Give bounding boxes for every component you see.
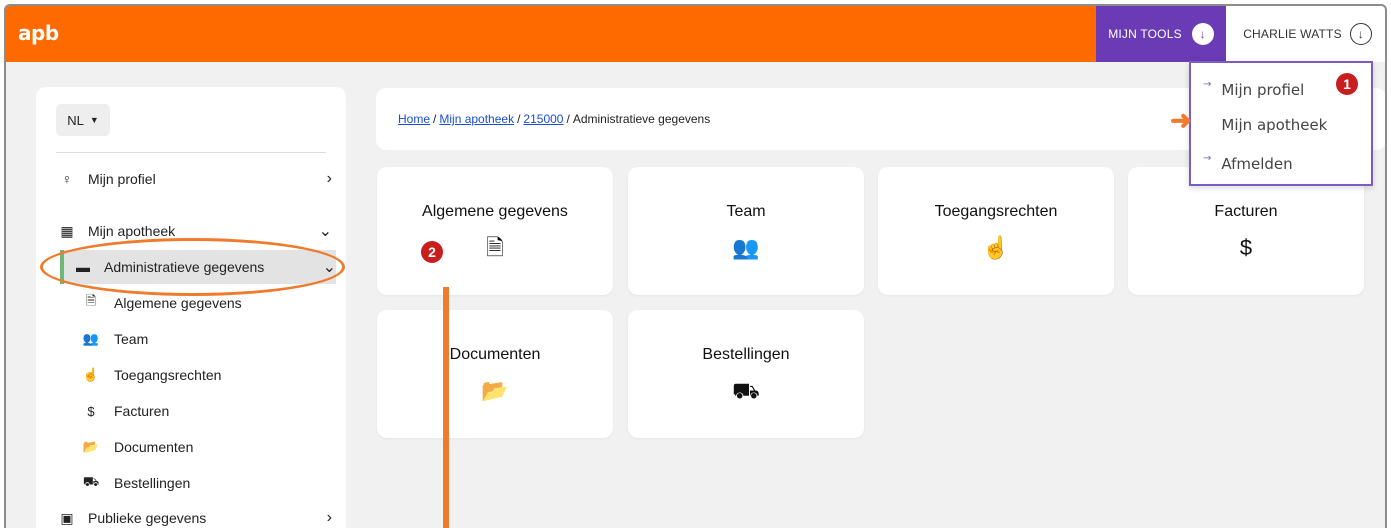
chevron-right-icon: › [326,170,332,187]
breadcrumb-link-mijn-apotheek[interactable]: Mijn apotheek [439,112,514,126]
card-title: Team [726,203,766,220]
arrow-right-icon: → [1203,114,1211,125]
chevron-right-icon: › [326,509,332,526]
sidebar-subitem-label: Team [114,331,149,347]
card-toegangsrechten[interactable]: Toegangsrechten ☝ [878,167,1114,295]
breadcrumb-link-home[interactable]: Home [398,112,430,126]
sidebar-item-label: Publieke gegevens [88,510,207,526]
annotation-badge-2: 2 [421,241,443,263]
card-bestellingen[interactable]: Bestellingen ⛟ [628,310,864,438]
mijn-tools-button[interactable]: MIJN TOOLS ↓ [1096,6,1226,62]
sidebar-item-mijn-profiel[interactable]: ♀ Mijn profiel › [56,162,332,196]
folder-icon: 📂 [82,439,100,454]
arrow-right-icon: → [1203,152,1212,164]
browser-frame: apb MIJN TOOLS ↓ CHARLIE WATTS ↓ NL ▼ ♀ … [4,4,1387,528]
sidebar-item-label: Mijn apotheek [88,223,176,239]
invoice-icon: $ [87,403,95,419]
apb-logo[interactable]: apb [18,21,59,45]
language-value: NL [67,112,84,128]
card-algemene-gegevens[interactable]: Algemene gegevens 🗎 [377,167,613,295]
cart-icon: ⛟ [732,378,760,403]
breadcrumb-separator: / [433,112,437,126]
folder-icon: 📂 [481,378,509,403]
menu-item-label: Mijn apotheek [1221,116,1328,134]
menu-item-afmelden[interactable]: → Afmelden [1203,149,1293,179]
top-bar: apb MIJN TOOLS ↓ CHARLIE WATTS ↓ [6,6,1385,62]
breadcrumb-current: Administratieve gegevens [572,112,711,126]
arrow-down-circle-icon: ↓ [1349,23,1372,45]
card-title: Documenten [449,346,541,363]
breadcrumb-link-215000[interactable]: 215000 [523,112,563,126]
team-icon: 👥 [82,331,100,346]
annotation-badge-1: 1 [1336,73,1358,95]
annotation-vertical-line [443,287,449,528]
invoice-icon: $ [1239,235,1253,260]
cart-icon: ⛟ [82,474,100,489]
sidebar-subitem-bestellingen[interactable]: ⛟ Bestellingen [82,468,332,498]
mijn-tools-label: MIJN TOOLS [1108,27,1182,41]
sidebar-item-label: Mijn profiel [88,171,156,187]
card-title: Facturen [1214,203,1278,220]
annotation-arrow-icon: ➜ [1170,105,1192,135]
fingerprint-icon: ☝ [982,235,1010,260]
card-title: Toegangsrechten [934,203,1058,220]
language-select[interactable]: NL ▼ [56,104,110,136]
caret-down-icon: ▼ [89,115,99,125]
sidebar-subitem-label: Bestellingen [114,475,191,491]
user-menu-button[interactable]: CHARLIE WATTS ↓ [1226,6,1385,62]
breadcrumb-separator: / [566,112,570,126]
card-facturen[interactable]: Facturen $ [1128,167,1364,295]
team-icon: 👥 [732,235,760,260]
file-icon: 🗎 [486,235,504,260]
fingerprint-icon: ☝ [82,367,100,382]
sidebar: NL ▼ ♀ Mijn profiel › ▦ Mijn apotheek ⌄ … [36,87,346,528]
sidebar-subitem-facturen[interactable]: $ Facturen [82,396,332,426]
sidebar-item-publieke-gegevens[interactable]: ▣ Publieke gegevens › [56,501,332,528]
sidebar-subitem-label: Algemene gegevens [114,295,242,311]
arrow-down-circle-icon: ↓ [1191,23,1214,45]
menu-item-mijn-apotheek[interactable]: → Mijn apotheek [1203,110,1327,140]
annotation-highlight-oval [40,238,345,296]
user-icon: ♀ [61,171,73,187]
sidebar-subitem-team[interactable]: 👥 Team [82,324,332,354]
arrow-right-icon: → [1203,78,1212,90]
sidebar-subitem-label: Facturen [114,403,170,419]
menu-item-label: Mijn profiel [1221,81,1305,99]
card-team[interactable]: Team 👥 [628,167,864,295]
card-title: Bestellingen [702,346,790,363]
sidebar-subitem-documenten[interactable]: 📂 Documenten [82,432,332,462]
sidebar-divider [56,152,326,153]
id-card-icon: ▣ [60,509,74,526]
pharmacy-icon: ▦ [60,222,74,239]
sidebar-subitem-label: Documenten [114,439,194,455]
file-icon: 🗎 [85,293,97,308]
menu-item-mijn-profiel[interactable]: → Mijn profiel [1203,75,1304,105]
user-name-label: CHARLIE WATTS [1243,27,1342,41]
breadcrumb-separator: / [517,112,521,126]
sidebar-subitem-label: Toegangsrechten [114,367,222,383]
chevron-down-icon: ⌄ [318,223,332,240]
menu-item-label: Afmelden [1221,155,1293,173]
sidebar-subitem-toegangsrechten[interactable]: ☝ Toegangsrechten [82,360,332,390]
card-documenten[interactable]: Documenten 📂 [377,310,613,438]
card-title: Algemene gegevens [422,203,568,220]
